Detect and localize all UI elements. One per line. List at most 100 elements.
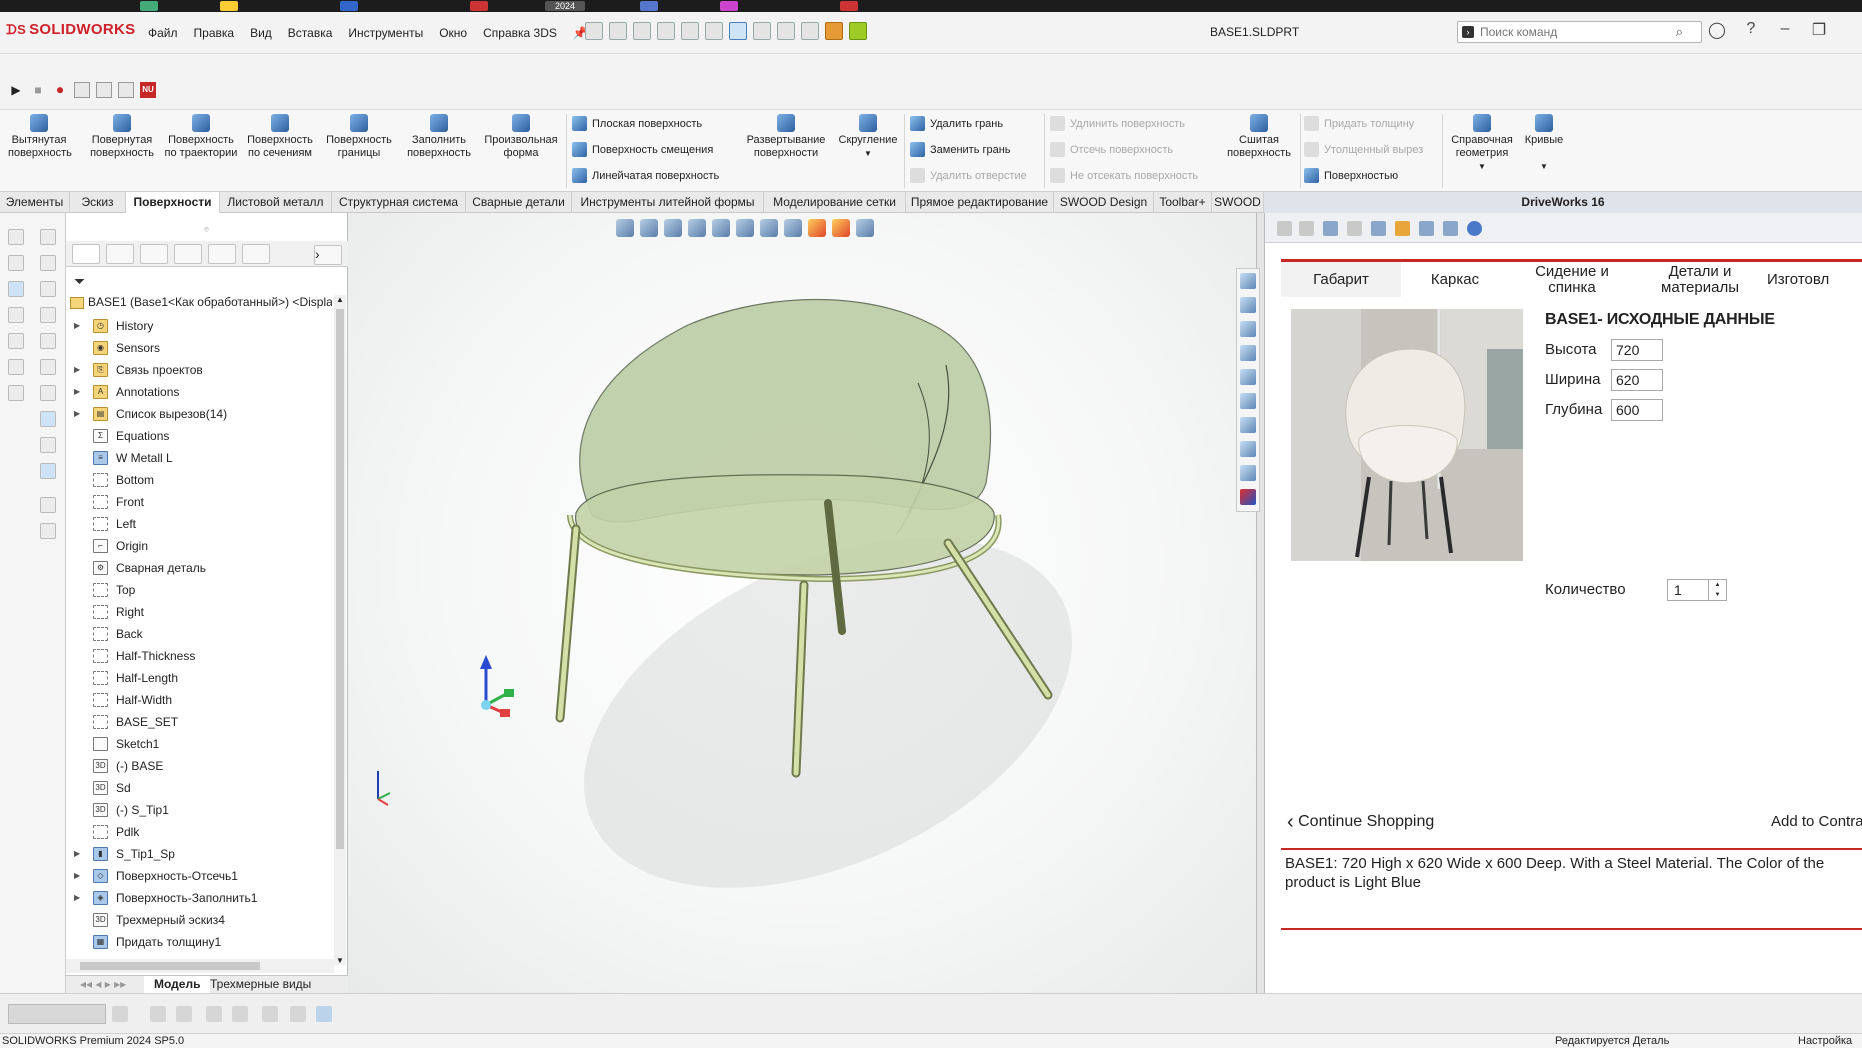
solidworks-forum-icon[interactable] [1240,441,1256,457]
tree-node[interactable]: ≡ W Metall L [66,447,330,469]
dw-run-icon[interactable] [1323,221,1338,236]
curves-button[interactable]: Кривые ▼ [1520,114,1568,173]
menu-tools[interactable]: Инструменты [340,24,431,42]
tab-3d-views[interactable]: Трехмерные виды [200,976,321,993]
command-search[interactable]: › ⌕ [1457,21,1702,43]
extend-surface-button[interactable]: Удлинить поверхность [1050,116,1185,131]
print-icon[interactable] [681,22,699,40]
tab-nav-arrows[interactable]: ◂◂ ◂ ▸ ▸▸ [70,976,136,993]
tree-node[interactable]: Bottom [66,469,330,491]
replace-face-button[interactable]: Заменить грань [910,142,1011,157]
bottom-combo-box[interactable] [8,1004,106,1024]
tree-node[interactable]: ▶ ◇ Поверхность-Отсечь1 [66,865,330,887]
resources-icon[interactable] [1240,297,1256,313]
feature-tree-tab-icon[interactable] [72,244,100,264]
home-icon[interactable] [1240,273,1256,289]
feature-tree-root[interactable]: BASE1 (Base1<Как обработанный>) <Displa [70,295,332,315]
quantity-stepper[interactable]: 1 ▲ ▼ [1667,579,1727,601]
taskbar-app-icon[interactable] [220,1,238,11]
panel-grip-icon[interactable]: ⌾ [204,225,209,235]
search-icon[interactable]: ⌕ [1676,24,1683,40]
offset-surface-button[interactable]: Поверхность смещения [572,142,713,157]
expand-arrow-icon[interactable]: ▶ [74,865,80,887]
menu-help[interactable]: Справка 3DS [475,24,565,42]
fill-surface-button[interactable]: Заполнить поверхность [402,114,476,160]
ruled-surface-button[interactable]: Линейчатая поверхность [572,168,719,183]
sketch-tool-icon[interactable] [40,281,56,297]
sketch-tool-icon[interactable] [40,333,56,349]
scroll-down-icon[interactable]: ▼ [336,956,344,965]
tree-node[interactable]: Front [66,491,330,513]
tab-features[interactable]: Элементы [0,192,70,213]
tree-node[interactable]: BASE_SET [66,711,330,733]
scrollbar-thumb[interactable] [336,309,344,849]
feature-tree-scrollbar[interactable]: ▲ ▼ [334,295,346,965]
untrim-surface-button[interactable]: Не отсекать поверхность [1050,168,1198,183]
knit-surface-button[interactable]: Сшитая поверхность [1220,114,1298,160]
tree-node[interactable]: Half-Thickness [66,645,330,667]
thicken-button[interactable]: Придать толщину [1304,116,1414,131]
dw-forward-icon[interactable] [1299,221,1314,236]
display-tool-icon[interactable] [40,463,56,479]
delete-face-button[interactable]: Удалить грань [910,116,1003,131]
tab-surfaces[interactable]: Поверхности [126,192,220,213]
lofted-surface-button[interactable]: Поверхность по сечениям [244,114,316,160]
extruded-surface-button[interactable]: Вытянутая поверхность [8,114,72,160]
tab-mesh-modeling[interactable]: Моделирование сетки [764,192,906,213]
depth-input[interactable]: 600 [1611,399,1663,421]
dw-help-icon[interactable] [1467,221,1482,236]
open-icon[interactable] [633,22,651,40]
bottom-tool-icon[interactable] [112,1006,128,1022]
solidworks-logo[interactable]: ᗪS SOLIDWORKS [6,21,135,38]
addin-green-icon[interactable] [849,22,867,40]
taskbar-active-app[interactable]: 2024 [545,1,585,11]
dw-tab-dimensions[interactable]: Габарит [1281,262,1401,297]
hscrollbar-thumb[interactable] [80,962,260,970]
file-explorer-icon[interactable] [1240,345,1256,361]
sketch-tool-icon[interactable] [40,523,56,539]
tree-node[interactable]: Top [66,579,330,601]
appearances-icon[interactable] [1240,393,1256,409]
freeform-button[interactable]: Произвольная форма [480,114,562,160]
expand-arrow-icon[interactable]: ▶ [74,315,80,337]
bottom-tool-icon[interactable] [290,1006,306,1022]
design-library-icon[interactable] [1240,321,1256,337]
bottom-tool-icon[interactable] [176,1006,192,1022]
fillet-button[interactable]: Скругление ▼ [834,114,902,160]
tree-node[interactable]: Back [66,623,330,645]
dw-tab-manufacturing[interactable]: Изготовл [1767,262,1862,297]
tree-node[interactable]: Pdlk [66,821,330,843]
edit-macro-icon[interactable] [96,82,112,98]
dw-edit-icon[interactable] [1395,221,1410,236]
tree-node[interactable]: ▦Придать толщину2 [66,953,330,955]
bottom-tool-icon[interactable] [262,1006,278,1022]
customize-macro-icon[interactable] [118,82,134,98]
addin-icon[interactable] [825,22,843,40]
tree-node[interactable]: Sketch1 [66,733,330,755]
help-icon[interactable]: ? [1734,20,1768,40]
tab-sheet-metal[interactable]: Листовой металл [220,192,332,213]
tree-node[interactable]: ▶ ⎘ Связь проектов [66,359,330,381]
tree-node[interactable]: ▶ ▮ S_Tip1_Sp [66,843,330,865]
taskbar-app-icon[interactable] [140,1,158,11]
spin-arrows-icon[interactable]: ▲ ▼ [1708,580,1726,600]
tree-node[interactable]: ◉ Sensors [66,337,330,359]
sketch-tool-icon[interactable] [8,307,24,323]
dw-tab-frame[interactable]: Каркас [1401,262,1509,297]
menu-file[interactable]: Файл [140,24,186,42]
tree-node[interactable]: ▦ Придать толщину1 [66,931,330,953]
thickened-cut-button[interactable]: Утолщенный вырез [1304,142,1423,157]
tree-node[interactable]: 3D Sd [66,777,330,799]
dw-tab-seat-back[interactable]: Сидение и спинка [1513,262,1631,297]
display-manager-tab-icon[interactable] [208,244,236,264]
account-icon[interactable]: ◯ [1700,20,1734,40]
expand-arrow-icon[interactable]: ▶ [74,359,80,381]
tree-node[interactable]: ⌐ Origin [66,535,330,557]
select-tool-icon[interactable] [40,411,56,427]
trim-surface-button[interactable]: Отсечь поверхность [1050,142,1173,157]
dw-document-icon[interactable] [1443,221,1458,236]
sketch-tool-icon[interactable] [40,437,56,453]
expand-arrow-icon[interactable]: ▶ [74,843,80,865]
tree-node[interactable]: 3D Трехмерный эскиз4 [66,909,330,931]
chevron-right-icon[interactable]: › [314,245,342,265]
